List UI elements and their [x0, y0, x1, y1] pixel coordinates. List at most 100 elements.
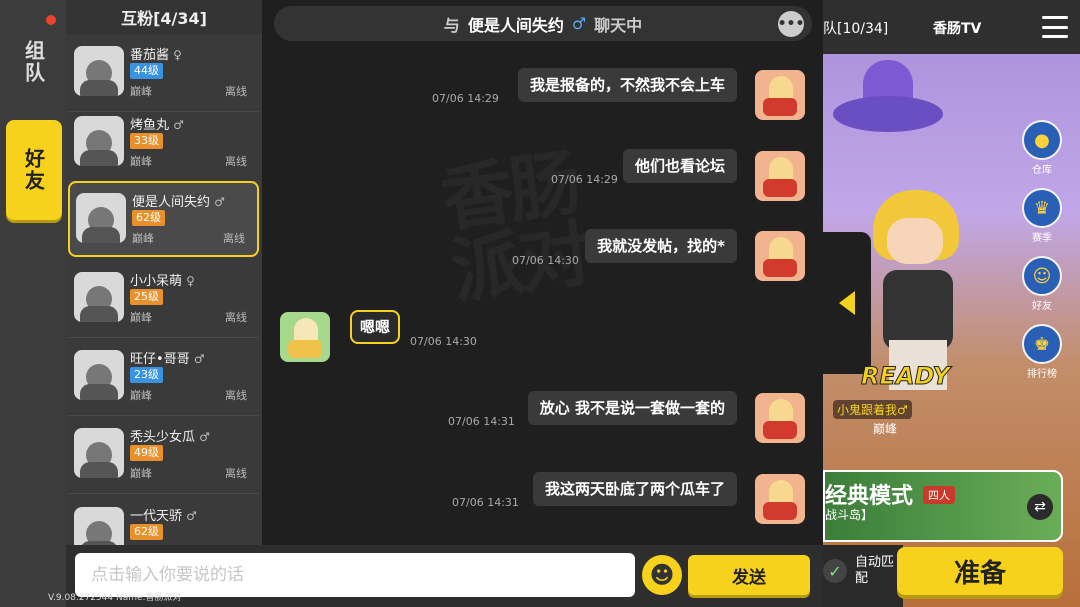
gender-icon: ♀: [186, 274, 195, 288]
avatar: [74, 428, 124, 478]
warehouse-icon: ●: [1022, 120, 1062, 160]
friend-list-item[interactable]: 小小呆萌 ♀ 25级 巅峰 离线: [68, 262, 259, 338]
friends-icon: ☺: [1022, 256, 1062, 296]
menu-icon[interactable]: [1042, 16, 1068, 38]
gender-icon: ♂: [173, 118, 184, 132]
friends-button[interactable]: ☺ 好友: [1019, 256, 1065, 312]
avatar: [74, 350, 124, 400]
leaderboard-icon: ♚: [1022, 324, 1062, 364]
male-icon: ♂: [571, 14, 587, 33]
friend-list-item[interactable]: 烤鱼丸 ♂ 33级巅峰 离线: [68, 106, 259, 182]
chat-panel: 香肠派对 与 便是人间失约 ♂ 聊天中 ••• 我是报备的，不然我不会上车 07/…: [262, 0, 823, 545]
leader-name: 小鬼跟着我♂: [833, 400, 912, 419]
swap-mode-icon[interactable]: ⇄: [1027, 494, 1053, 520]
gender-icon: ♂: [193, 352, 205, 366]
message-bubble: 我就没发帖，找的*: [585, 229, 737, 263]
friend-list-item[interactable]: 秃头少女瓜 ♂ 49级 巅峰 离线: [68, 418, 259, 494]
level-badge: 49级: [130, 445, 163, 461]
message-bubble: 他们也看论坛: [622, 149, 737, 183]
friend-list-item[interactable]: 便是人间失约 ♂ 62级 巅峰 离线: [68, 181, 259, 257]
message-bubble: 我这两天卧底了两个瓜车了: [532, 472, 737, 506]
friend-name: 便是人间失约 ♂: [132, 195, 225, 210]
message-timestamp: 07/06 14:31: [448, 415, 515, 428]
tab-friends[interactable]: 好友: [6, 120, 62, 220]
chat-partner-name: 便是人间失约: [467, 15, 564, 35]
gender-icon: ♂: [199, 430, 210, 444]
auto-match-label: 自动匹配: [855, 555, 895, 586]
friend-list-item[interactable]: 一代天骄 ♂ 62级: [68, 497, 259, 545]
message-timestamp: 07/06 14:29: [432, 92, 499, 105]
chat-header-suffix: 聊天中: [594, 15, 643, 35]
friend-name: 秃头少女瓜 ♂: [130, 430, 210, 445]
online-status: 离线: [223, 232, 245, 245]
team-count[interactable]: 队[10/34]: [823, 18, 888, 38]
tab-team[interactable]: 组队: [6, 34, 62, 90]
level-badge: 23级: [130, 367, 163, 383]
avatar: [74, 116, 124, 166]
gender-icon: ♂: [186, 509, 197, 523]
level-badge: 33级: [130, 133, 163, 149]
avatar: [74, 507, 124, 545]
warehouse-button[interactable]: ● 仓库: [1019, 120, 1065, 176]
message-bubble: 我是报备的，不然我不会上车: [517, 68, 737, 102]
arrow-left-icon: [839, 291, 855, 315]
rank-label: 巅峰: [132, 232, 154, 245]
level-badge: 25级: [130, 289, 163, 305]
message-avatar[interactable]: [755, 151, 805, 201]
smiley-icon: ☻: [649, 561, 675, 589]
message-timestamp: 07/06 14:31: [452, 496, 519, 509]
message-timestamp: 07/06 14:29: [551, 173, 618, 186]
message-avatar[interactable]: [280, 312, 330, 362]
friend-name: 旺仔•哥哥 ♂: [130, 352, 205, 367]
game-lobby-panel: 队[10/34] 香肠TV ● 仓库 ♛ 赛季 ☺ 好友 ♚ 排行榜 READY 小鬼跟着我♂…: [823, 0, 1080, 607]
collapse-chat-button[interactable]: [823, 232, 871, 374]
gender-icon: ♀: [173, 48, 182, 62]
rank-label: 巅峰: [130, 85, 152, 98]
lobby-top-bar: 队[10/34] 香肠TV: [823, 0, 1080, 54]
icon-label: 排行榜: [1027, 369, 1057, 380]
sausage-tv-link[interactable]: 香肠TV: [933, 18, 981, 38]
message-avatar[interactable]: [755, 231, 805, 281]
friend-list-item[interactable]: 旺仔•哥哥 ♂ 23级 巅峰 离线: [68, 340, 259, 416]
message-avatar[interactable]: [755, 70, 805, 120]
friend-list-item[interactable]: 番茄酱 ♀ 44级 巅峰 离线: [68, 36, 259, 112]
message-avatar[interactable]: [755, 393, 805, 443]
team-leader-tag[interactable]: 小鬼跟着我♂ 巅峰: [833, 400, 968, 440]
notification-dot: [46, 15, 56, 25]
online-status: 离线: [225, 155, 247, 168]
icon-label: 赛季: [1032, 233, 1052, 244]
avatar: [74, 46, 124, 96]
left-tab-strip: 组队 好友: [0, 0, 66, 607]
ufo-illustration: [833, 60, 943, 145]
season-icon: ♛: [1022, 188, 1062, 228]
friend-list: 互粉[4/34] 番茄酱 ♀ 44级 巅峰 离线 烤鱼丸 ♂ 33级 巅峰 离线 便是人间失约 …: [66, 0, 262, 545]
more-options-button[interactable]: •••: [778, 11, 804, 37]
season-button[interactable]: ♛ 赛季: [1019, 188, 1065, 244]
icon-label: 仓库: [1032, 165, 1052, 176]
message-avatar[interactable]: [755, 474, 805, 524]
friend-name: 烤鱼丸 ♂: [130, 118, 184, 133]
friend-list-title: 互粉[4/34]: [66, 0, 262, 34]
version-text: V.9.08.272544 Name:香肠派对: [48, 593, 182, 603]
icon-label: 好友: [1032, 301, 1052, 312]
rank-label: 巅峰: [130, 155, 152, 168]
leader-rank: 巅峰: [873, 422, 898, 436]
send-button[interactable]: 发送: [688, 555, 810, 595]
player-character: [863, 190, 973, 390]
screen: 组队 好友 互粉[4/34] 番茄酱 ♀ 44级 巅峰 离线 烤鱼丸 ♂ 33级 巅峰 离线便…: [0, 0, 1080, 607]
friend-name: 一代天骄 ♂: [130, 509, 197, 524]
mode-player-badge: 四人: [923, 486, 955, 504]
chat-header-prefix: 与: [443, 15, 460, 35]
friend-name: 番茄酱 ♀: [130, 48, 182, 63]
leaderboard-button[interactable]: ♚ 排行榜: [1019, 324, 1065, 380]
mode-map-name: 战斗岛】: [825, 508, 874, 522]
friend-name: 小小呆萌 ♀: [130, 274, 195, 289]
auto-match-toggle[interactable]: ✓ 自动匹配: [823, 545, 903, 607]
ready-status: READY: [861, 362, 951, 391]
message-bubble: 放心 我不是说一套做一套的: [527, 391, 737, 425]
ready-button[interactable]: 准备: [897, 547, 1063, 595]
online-status: 离线: [225, 85, 247, 98]
rank-label: 巅峰: [130, 311, 152, 324]
game-mode-card[interactable]: 经典模式 四人 战斗岛】 ⇄: [823, 470, 1063, 542]
emoji-button[interactable]: ☻: [642, 555, 682, 595]
